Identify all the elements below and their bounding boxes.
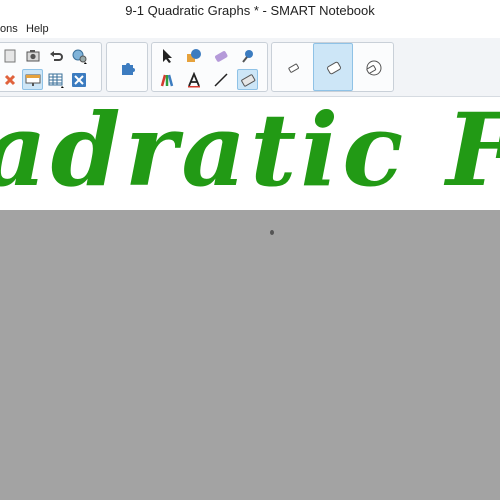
eraser-medium-button[interactable] bbox=[313, 43, 353, 91]
page-icon bbox=[4, 49, 16, 63]
close-box-icon bbox=[72, 73, 86, 87]
properties-button[interactable] bbox=[68, 45, 89, 66]
select-button[interactable] bbox=[156, 45, 177, 66]
toolbar bbox=[0, 38, 500, 97]
screen-shade-icon bbox=[25, 74, 41, 86]
line-icon bbox=[214, 73, 228, 87]
undo-button[interactable] bbox=[45, 45, 66, 66]
close-box-button[interactable] bbox=[68, 69, 89, 90]
screen-shade-button[interactable] bbox=[22, 69, 43, 90]
pens-button[interactable] bbox=[156, 69, 177, 90]
eraser-pen-button[interactable] bbox=[210, 45, 231, 66]
globe-settings-icon bbox=[72, 49, 87, 64]
magic-pen-button[interactable] bbox=[237, 45, 258, 66]
eraser-medium-icon bbox=[327, 61, 341, 75]
text-button[interactable] bbox=[183, 69, 204, 90]
eraser-large-icon bbox=[366, 60, 382, 76]
eraser-large-button[interactable] bbox=[353, 43, 393, 91]
eraser-pen-icon bbox=[215, 51, 228, 62]
toolbar-group-eraser-sizes bbox=[271, 42, 394, 92]
table-icon bbox=[48, 73, 64, 88]
table-button[interactable] bbox=[45, 69, 66, 90]
toolbar-group-drawing-tools bbox=[151, 42, 268, 92]
menu-item-add-ons[interactable]: ons bbox=[0, 23, 18, 35]
eraser-small-icon bbox=[288, 63, 299, 73]
title-bar: 9-1 Quadratic Graphs * - SMART Notebook bbox=[0, 0, 500, 23]
camera-icon bbox=[26, 50, 40, 62]
eraser-button[interactable] bbox=[237, 69, 258, 90]
pens-icon bbox=[160, 74, 174, 87]
capture-button[interactable] bbox=[22, 45, 43, 66]
addons-button[interactable] bbox=[107, 43, 147, 91]
magic-pen-icon bbox=[242, 50, 253, 63]
menu-bar: ons Help bbox=[0, 22, 500, 38]
puzzle-addons-icon bbox=[122, 63, 135, 75]
menu-item-help[interactable]: Help bbox=[26, 23, 49, 35]
undo-icon bbox=[50, 51, 63, 61]
toolbar-group-page-tools bbox=[0, 42, 102, 92]
shapes-button[interactable] bbox=[183, 45, 204, 66]
select-arrow-icon bbox=[163, 49, 172, 63]
page-banner: adratic Func bbox=[0, 97, 500, 210]
page-button[interactable] bbox=[0, 45, 20, 66]
eraser-small-button[interactable] bbox=[272, 43, 312, 91]
cursor-mark bbox=[270, 230, 274, 235]
eraser-icon bbox=[241, 74, 256, 87]
window-title: 9-1 Quadratic Graphs * - SMART Notebook bbox=[125, 3, 375, 18]
toolbar-group-addons bbox=[106, 42, 148, 92]
text-icon bbox=[188, 72, 200, 88]
line-button[interactable] bbox=[210, 69, 231, 90]
delete-icon bbox=[4, 74, 16, 86]
shapes-icon bbox=[187, 49, 201, 62]
banner-title: adratic Func bbox=[0, 97, 500, 209]
delete-button[interactable] bbox=[0, 69, 20, 90]
